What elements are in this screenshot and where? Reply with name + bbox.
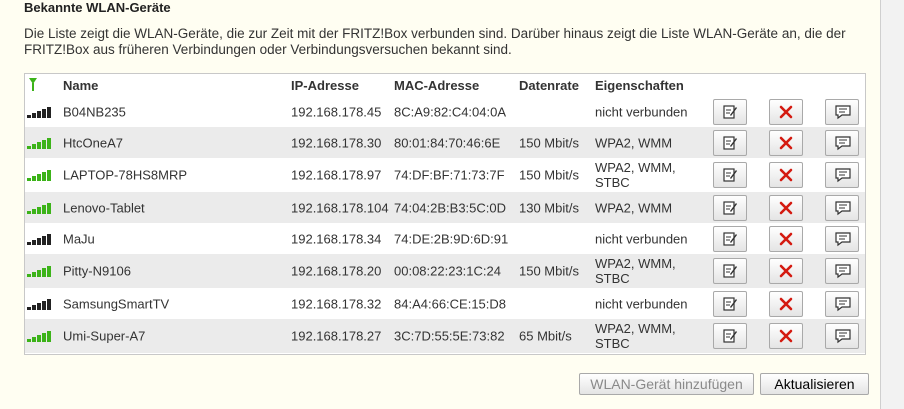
device-props: nicht verbunden [595, 104, 688, 119]
device-mac: 3C:7D:55:5E:73:82 [394, 328, 505, 344]
device-rate: 150 Mbit/s [519, 135, 579, 150]
device-props: nicht verbunden [595, 231, 688, 246]
col-mac[interactable]: MAC-Adresse [394, 78, 479, 93]
device-mac: 74:04:2B:B3:5C:0D [394, 200, 507, 215]
table-row: B04NB235 192.168.178.45 8C:A9:82:C4:04:0A n… [25, 96, 865, 127]
device-name: MaJu [63, 231, 95, 246]
delete-button[interactable] [769, 290, 803, 317]
delete-button[interactable] [769, 129, 803, 156]
right-edge-panel [880, 0, 904, 409]
details-button[interactable] [825, 162, 859, 188]
add-device-button[interactable]: WLAN-Gerät hinzufügen [579, 373, 754, 395]
device-props: WPA2, WMM [595, 135, 673, 150]
delete-button[interactable] [769, 323, 803, 349]
col-props[interactable]: Eigenschaften [595, 78, 684, 93]
page-title: Bekannte WLAN-Geräte [24, 0, 171, 15]
device-ip: 192.168.178.34 [291, 231, 382, 246]
device-rate: 150 Mbit/s [519, 167, 579, 183]
details-button[interactable] [825, 258, 859, 284]
device-mac: 74:DF:BF:71:73:7F [394, 167, 505, 183]
edit-button[interactable] [713, 194, 747, 221]
device-name: HtcOneA7 [63, 135, 123, 150]
device-name: Pitty-N9106 [63, 263, 131, 279]
device-mac: 84:A4:66:CE:15:D8 [394, 296, 507, 311]
edit-button[interactable] [713, 162, 747, 188]
edit-button[interactable] [713, 290, 747, 317]
signal-strength-icon [27, 298, 55, 310]
delete-button[interactable] [769, 258, 803, 284]
table-row: LAPTOP-78HS8MRP 192.168.178.97 74:DF:BF:71… [25, 158, 865, 192]
edit-button[interactable] [713, 323, 747, 349]
intro-text: Die Liste zeigt die WLAN-Geräte, die zur… [24, 26, 846, 57]
col-rate[interactable]: Datenrate [519, 78, 579, 93]
edit-button[interactable] [713, 225, 747, 252]
device-props: WPA2, WMM, STBC [595, 160, 676, 190]
device-props: WPA2, WMM, STBC [595, 256, 676, 286]
device-rate: 65 Mbit/s [519, 328, 572, 344]
details-button[interactable] [825, 225, 859, 252]
details-button[interactable] [825, 290, 859, 317]
table-row: Lenovo-Tablet 192.168.178.104 74:04:2B:B3:… [25, 192, 865, 223]
device-mac: 74:DE:2B:9D:6D:91 [394, 231, 509, 246]
table-row: MaJu 192.168.178.34 74:DE:2B:9D:6D:91 nicht… [25, 223, 865, 254]
details-button[interactable] [825, 194, 859, 221]
delete-button[interactable] [769, 194, 803, 221]
device-ip: 192.168.178.97 [291, 167, 382, 183]
device-ip: 192.168.178.32 [291, 296, 382, 311]
signal-strength-icon [27, 169, 55, 181]
table-row: SamsungSmartTV 192.168.178.32 84:A4:66:CE:… [25, 288, 865, 319]
details-button[interactable] [825, 129, 859, 156]
device-ip: 192.168.178.45 [291, 104, 382, 119]
device-name: Umi-Super-A7 [63, 328, 146, 344]
device-name: LAPTOP-78HS8MRP [63, 167, 188, 183]
details-button[interactable] [825, 323, 859, 349]
refresh-button[interactable]: Aktualisieren [760, 373, 869, 395]
device-table: Name IP-Adresse MAC-Adresse Datenrate Ei… [24, 73, 866, 355]
edit-button[interactable] [713, 98, 747, 125]
device-mac: 80:01:84:70:46:6E [394, 135, 501, 150]
delete-button[interactable] [769, 98, 803, 125]
device-name: SamsungSmartTV [63, 296, 170, 311]
device-name: B04NB235 [63, 104, 126, 119]
device-rate: 150 Mbit/s [519, 263, 579, 279]
antenna-icon [28, 77, 38, 94]
signal-strength-icon [27, 106, 55, 118]
signal-strength-icon [27, 330, 55, 342]
signal-strength-icon [27, 233, 55, 245]
device-props: nicht verbunden [595, 296, 688, 311]
device-props: WPA2, WMM, STBC [595, 321, 676, 351]
table-row: HtcOneA7 192.168.178.30 80:01:84:70:46:6E 1… [25, 127, 865, 158]
signal-strength-icon [27, 202, 55, 214]
details-button[interactable] [825, 98, 859, 125]
signal-strength-icon [27, 265, 55, 277]
table-row: Umi-Super-A7 192.168.178.27 3C:7D:55:5E:73… [25, 319, 865, 353]
device-mac: 8C:A9:82:C4:04:0A [394, 104, 507, 119]
device-ip: 192.168.178.20 [291, 263, 382, 279]
edit-button[interactable] [713, 258, 747, 284]
device-name: Lenovo-Tablet [63, 200, 145, 215]
delete-button[interactable] [769, 225, 803, 252]
device-props: WPA2, WMM [595, 200, 673, 215]
edit-button[interactable] [713, 129, 747, 156]
device-rate: 130 Mbit/s [519, 200, 579, 215]
device-ip: 192.168.178.104 [291, 200, 389, 215]
col-ip[interactable]: IP-Adresse [291, 78, 359, 93]
device-ip: 192.168.178.27 [291, 328, 382, 344]
device-ip: 192.168.178.30 [291, 135, 382, 150]
table-header: Name IP-Adresse MAC-Adresse Datenrate Ei… [25, 74, 865, 96]
col-name[interactable]: Name [63, 78, 98, 93]
signal-strength-icon [27, 137, 55, 149]
device-mac: 00:08:22:23:1C:24 [394, 263, 501, 279]
delete-button[interactable] [769, 162, 803, 188]
table-row: Pitty-N9106 192.168.178.20 00:08:22:23:1C:… [25, 254, 865, 288]
